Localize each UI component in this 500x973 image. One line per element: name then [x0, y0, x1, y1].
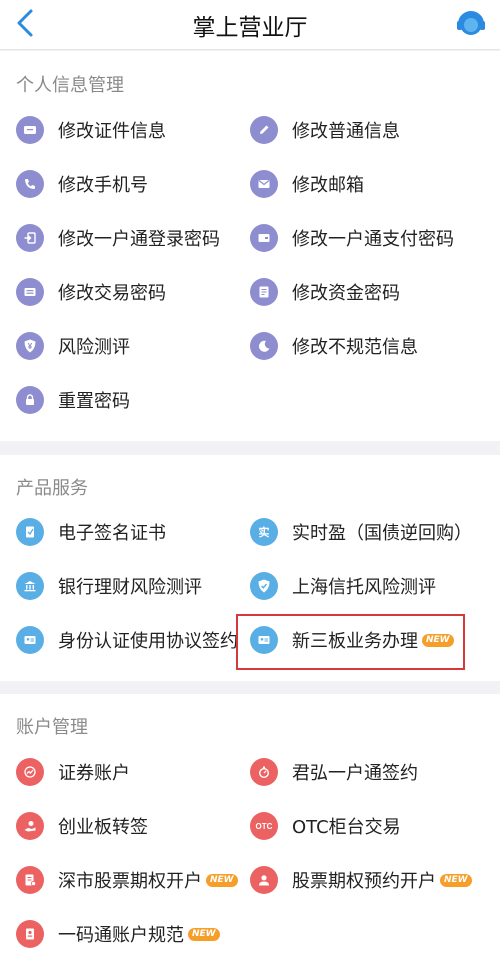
id-card-icon: [16, 626, 44, 654]
nav-bar: 掌上营业厅: [0, 0, 500, 50]
menu-item-edit-trade-password[interactable]: 修改交易密码: [16, 272, 166, 312]
menu-item-options-reservation[interactable]: 股票期权预约开户 NEW: [250, 860, 472, 900]
moon-icon: [250, 332, 278, 360]
otc-icon: OTC: [250, 812, 278, 840]
menu-item-shanghai-trust-risk[interactable]: 上海信托风险测评: [250, 566, 436, 606]
menu-item-label: 上海信托风险测评: [292, 577, 436, 598]
certificate-icon: [16, 518, 44, 546]
contract-icon: [16, 866, 44, 894]
section-title-account: 账户管理: [16, 717, 88, 738]
menu-item-label: 修改不规范信息: [292, 337, 418, 358]
menu-item-edit-pay-password[interactable]: 修改一户通支付密码: [250, 218, 454, 258]
menu-item-label: OTC柜台交易: [292, 817, 401, 838]
menu-item-edit-phone[interactable]: 修改手机号: [16, 164, 148, 204]
menu-item-label: 电子签名证书: [58, 523, 166, 544]
stopwatch-icon: [250, 758, 278, 786]
menu-item-edit-email[interactable]: 修改邮箱: [250, 164, 364, 204]
phone-icon: [16, 170, 44, 198]
new-badge: NEW: [440, 873, 472, 887]
menu-item-label: 修改交易密码: [58, 283, 166, 304]
pencil-icon: [250, 116, 278, 144]
profile-card-icon: [16, 920, 44, 948]
shield-yen-icon: ¥: [16, 332, 44, 360]
customer-service-icon[interactable]: [454, 6, 488, 40]
money-hand-icon: [16, 812, 44, 840]
account-management-section: 账户管理 证券账户 君弘一户通签约 创业板转签 OTC OTC柜台交易 深市股票…: [0, 694, 500, 973]
menu-item-securities-account[interactable]: 证券账户: [16, 752, 130, 792]
menu-item-edit-general-info[interactable]: 修改普通信息: [250, 110, 400, 150]
user-icon: [250, 866, 278, 894]
lock-icon: [16, 386, 44, 414]
menu-item-label: 修改手机号: [58, 175, 148, 196]
menu-item-label: 创业板转签: [58, 817, 148, 838]
personal-info-section: 个人信息管理 修改证件信息 修改普通信息 修改手机号 修改邮箱 修改一户通登录密…: [0, 51, 500, 441]
menu-item-junhong-signing[interactable]: 君弘一户通签约: [250, 752, 418, 792]
new-badge: NEW: [188, 927, 220, 941]
menu-item-label: 修改证件信息: [58, 121, 166, 142]
login-icon: [16, 224, 44, 252]
menu-item-label: 风险测评: [58, 337, 130, 358]
shi-badge-icon: 实: [250, 518, 278, 546]
menu-item-label: 修改一户通登录密码: [58, 229, 220, 250]
menu-item-label: 实时盈（国债逆回购）: [292, 523, 472, 544]
menu-item-label: 修改普通信息: [292, 121, 400, 142]
menu-item-edit-fund-password[interactable]: 修改资金密码: [250, 272, 400, 312]
bank-icon: [16, 572, 44, 600]
menu-item-one-code-account[interactable]: 一码通账户规范 NEW: [16, 914, 220, 954]
menu-item-label: 一码通账户规范: [58, 925, 184, 946]
trend-chart-icon: [16, 758, 44, 786]
id-card-icon: [16, 116, 44, 144]
menu-item-chinext-transfer[interactable]: 创业板转签: [16, 806, 148, 846]
menu-item-label: 股票期权预约开户: [292, 871, 436, 892]
section-title-personal: 个人信息管理: [16, 75, 124, 96]
section-title-product: 产品服务: [16, 478, 88, 499]
menu-item-fix-irregular-info[interactable]: 修改不规范信息: [250, 326, 418, 366]
keyboard-icon: [16, 278, 44, 306]
menu-item-reverse-repo[interactable]: 实 实时盈（国债逆回购）: [250, 512, 472, 552]
menu-item-label: 重置密码: [58, 391, 130, 412]
svg-text:¥: ¥: [28, 342, 33, 351]
menu-item-sz-options-open[interactable]: 深市股票期权开户 NEW: [16, 860, 238, 900]
mail-icon: [250, 170, 278, 198]
wallet-icon: [250, 224, 278, 252]
menu-item-label: 君弘一户通签约: [292, 763, 418, 784]
menu-item-label: 证券账户: [58, 763, 130, 784]
menu-item-label: 身份认证使用协议签约: [58, 631, 238, 652]
menu-item-risk-assessment[interactable]: ¥ 风险测评: [16, 326, 130, 366]
menu-item-edit-id-info[interactable]: 修改证件信息: [16, 110, 166, 150]
shield-check-icon: [250, 572, 278, 600]
menu-item-label: 修改一户通支付密码: [292, 229, 454, 250]
menu-item-label: 修改邮箱: [292, 175, 364, 196]
menu-item-e-signature-cert[interactable]: 电子签名证书: [16, 512, 166, 552]
menu-item-reset-password[interactable]: 重置密码: [16, 380, 130, 420]
menu-item-edit-login-password[interactable]: 修改一户通登录密码: [16, 218, 220, 258]
menu-item-id-auth-agreement[interactable]: 身份认证使用协议签约: [16, 620, 238, 660]
highlight-box: [236, 614, 465, 670]
new-badge: NEW: [206, 873, 238, 887]
menu-item-label: 深市股票期权开户: [58, 871, 202, 892]
menu-item-label: 银行理财风险测评: [58, 577, 202, 598]
menu-item-label: 修改资金密码: [292, 283, 400, 304]
page-title: 掌上营业厅: [192, 15, 308, 41]
menu-item-otc-trading[interactable]: OTC OTC柜台交易: [250, 806, 401, 846]
document-icon: [250, 278, 278, 306]
menu-item-bank-wealth-risk[interactable]: 银行理财风险测评: [16, 566, 202, 606]
